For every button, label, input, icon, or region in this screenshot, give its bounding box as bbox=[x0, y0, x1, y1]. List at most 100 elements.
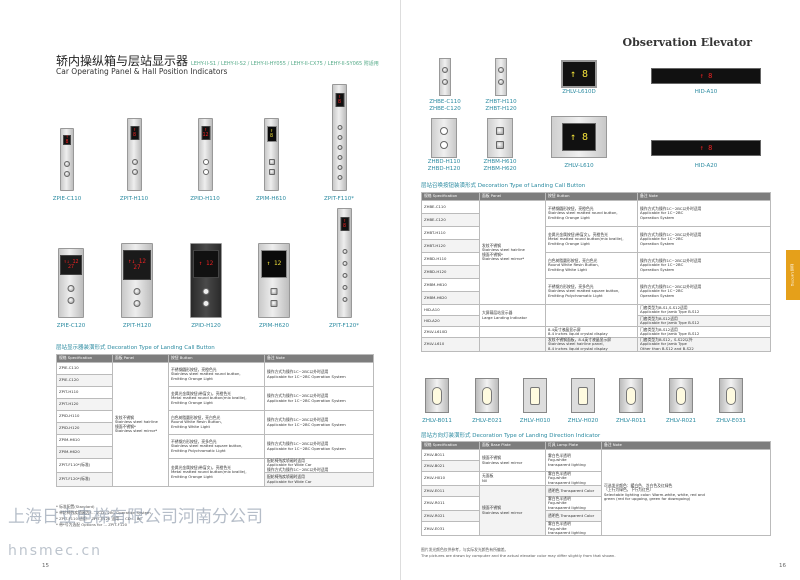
panel-label: ZPIT-F120* bbox=[329, 323, 359, 329]
note-cell: 操作方式为操作1C~2BC以外时适用 Applicable for 1C~2BC… bbox=[264, 410, 374, 435]
spec-cell: ZHLV-L610 bbox=[421, 336, 480, 353]
button-cell: 不锈钢圆形按钮，亮橙色光 Stainless steel matted roun… bbox=[168, 362, 265, 387]
hall-label: ZHBM-H610 ZHBM-H620 bbox=[483, 159, 517, 172]
spec-cell: HID-A20 bbox=[421, 315, 480, 327]
call-button bbox=[496, 127, 504, 135]
panel-cell: 无面板 Nil bbox=[479, 470, 546, 487]
col-header: 灯具 Lamp Plate bbox=[545, 441, 602, 450]
call-button bbox=[64, 171, 70, 177]
call-button bbox=[64, 161, 70, 167]
spec-cell: ZHBT-H120 bbox=[421, 239, 480, 253]
note-cell: 操作方式为操作1C~2BC以外时适用 Applicable for 1C~2BC… bbox=[637, 278, 771, 305]
call-button bbox=[498, 79, 504, 85]
spec-cell: ZHLV-H010 bbox=[421, 470, 480, 487]
panel-cell: 镜面不锈钢 Stainless steel mirror bbox=[479, 485, 546, 537]
call-button bbox=[67, 285, 75, 292]
section-title: 层站召唤按钮装潢形式 Decoration Type of Landing Ca… bbox=[421, 183, 586, 189]
panel-cell: 发纹不锈钢 Stainless steel hairline 镜面不锈钢* St… bbox=[479, 200, 546, 305]
page-number: 15 bbox=[42, 563, 49, 569]
section-title: 层站方向灯装潢形式 Decoration Type of Landing Dir… bbox=[421, 433, 601, 439]
spec-cell: ZPIT-H110 bbox=[56, 386, 113, 399]
direction-indicator bbox=[669, 378, 693, 413]
col-header: 备注 Note bbox=[264, 354, 374, 363]
spec-cell: HID-A10 bbox=[421, 304, 480, 316]
lamp-cell: 雾白色半透明 Fog-white transparent lighting bbox=[545, 470, 602, 487]
call-button bbox=[131, 159, 138, 165]
button-cell: 发纹不锈钢面板，8.4英寸液晶显示屏 Stainless steel hairl… bbox=[545, 336, 638, 353]
spec-cell: ZHBT-H110 bbox=[421, 226, 480, 240]
panel-label: ZPID-H120 bbox=[191, 323, 221, 329]
spec-cell: ZHLV-R011 bbox=[421, 496, 480, 512]
panel-zpid-h110: ↑ 12 bbox=[198, 118, 213, 191]
col-header: 面板 Panel bbox=[112, 354, 169, 363]
left-page: 轿内操纵箱与层站显示器 LEHY-II-S1 / LEHY-II-S2 / LEH… bbox=[0, 0, 400, 580]
note-cell: 操作方式为操作1C~2BC以外时适用 Applicable for 1C~2BC… bbox=[264, 386, 374, 411]
panel-label: ZPIT-H110 bbox=[119, 196, 149, 202]
page-number: 16 bbox=[779, 563, 786, 569]
call-button bbox=[442, 79, 448, 85]
section-header: Observation Elevator bbox=[622, 36, 753, 49]
spec-cell: ZPIT-F120*(标准) bbox=[56, 472, 113, 488]
panel-label: ZPIT-H120 bbox=[122, 323, 152, 329]
car-button bbox=[342, 249, 347, 254]
direction-indicator bbox=[475, 378, 499, 413]
panel-zpid-h120: ↑ 12 bbox=[190, 243, 222, 318]
panel-zpit-f120: ↑ 8 bbox=[337, 208, 352, 318]
col-header: 规格 Specification bbox=[421, 441, 480, 450]
note-cell: 操作方式为操作1C~2BC以外时适用 Applicable for 1C~2BC… bbox=[637, 226, 771, 253]
note-cell: 可选发光颜色：暖白色、冷白色及红绿色 （上行为绿色，下行为红色） Selecta… bbox=[601, 448, 771, 537]
call-button bbox=[270, 300, 278, 307]
car-button bbox=[337, 135, 342, 140]
car-button bbox=[342, 297, 347, 302]
panel-zpit-h120: ↑↓ 12 27 bbox=[121, 243, 153, 318]
col-header: 面板 Panel bbox=[479, 192, 546, 201]
lamp-lens bbox=[530, 386, 540, 405]
button-cell: 大屏幕层站显示器 Large Landing Indicator bbox=[479, 304, 546, 327]
spec-cell: ZHBD-H120 bbox=[421, 265, 480, 279]
panel-zpit-h110: ↑ 8 bbox=[127, 118, 142, 191]
watermark-url: hnsmec.cn bbox=[8, 543, 103, 559]
lamp-lens bbox=[482, 386, 492, 405]
hall-spec-table: 规格 Specification 面板 Panel 按钮 Button 备注 N… bbox=[421, 192, 771, 353]
panel-display: ↑↓ 12 27 bbox=[60, 255, 82, 275]
col-header: 按钮 Button bbox=[545, 192, 638, 201]
page-title-en: Car Operating Panel & Hall Position Indi… bbox=[56, 67, 228, 76]
direction-indicator bbox=[523, 378, 547, 413]
hall-indicator-hid-a10: ↑ 8 bbox=[651, 68, 761, 84]
hall-label: ZHBD-H110 ZHBD-H120 bbox=[427, 159, 461, 172]
right-page: Observation Elevator ZHBE-C110 ZHBE-C120… bbox=[400, 0, 800, 580]
hall-button-zhbe bbox=[439, 58, 451, 96]
panel-cell: 发纹不锈钢 Stainless steel hairline 镜面不锈钢* St… bbox=[112, 361, 169, 488]
button-cell: 金属光金属按钮(带盲文)，亮橙色光 Metal matted round but… bbox=[545, 226, 638, 253]
spec-cell: ZPIM-H610 bbox=[56, 434, 113, 447]
call-button bbox=[440, 127, 448, 135]
car-button bbox=[342, 273, 347, 278]
note-cell: 门套类型为B-S12，S-S22以外 Applicable for Jamb T… bbox=[637, 336, 771, 353]
hall-label: HID-A10 bbox=[694, 89, 718, 95]
lamp-lens bbox=[676, 386, 686, 405]
call-button bbox=[202, 288, 210, 295]
car-button bbox=[337, 155, 342, 160]
hall-button-zhbm bbox=[487, 118, 513, 158]
panel-label: ZPIE-C110 bbox=[52, 196, 82, 202]
lcd-display-zhlv-l610d: ↑ 8 bbox=[561, 60, 597, 88]
col-header: 备注 Note bbox=[601, 441, 771, 450]
panel-display: ↑ 12 bbox=[201, 126, 210, 140]
bottom-note-en: The pictures are drawn by computer and t… bbox=[421, 553, 616, 558]
spec-cell: ZHLV-R021 bbox=[421, 510, 480, 523]
panel-label: ZPIE-C120 bbox=[56, 323, 86, 329]
panel-cell-empty bbox=[479, 336, 546, 353]
call-button bbox=[268, 159, 275, 165]
button-cell: 白色树脂圆形按钮，亮白色光 Round White Resin Button, … bbox=[545, 252, 638, 279]
direction-indicator bbox=[719, 378, 743, 413]
spec-cell: ZPIT-H120 bbox=[56, 398, 113, 411]
button-cell: 金属光金属按钮(带盲文)，亮橙色光 Metal matted round but… bbox=[168, 457, 265, 488]
button-cell: 不锈钢方形按钮，亮多色光 Stainless steel matted squa… bbox=[168, 434, 265, 459]
button-cell: 8.4英寸液晶显示屏 8.4 inches liquid crystal dis… bbox=[545, 326, 638, 338]
panel-zpie-c110: ↑ 8 bbox=[60, 128, 74, 191]
lamp-lens bbox=[726, 386, 736, 405]
panel-display: ↑↓ 12 27 bbox=[123, 250, 151, 280]
call-button bbox=[202, 159, 209, 165]
hall-label: HID-A20 bbox=[694, 163, 718, 169]
side-tab: 层站 Landing bbox=[786, 250, 800, 300]
